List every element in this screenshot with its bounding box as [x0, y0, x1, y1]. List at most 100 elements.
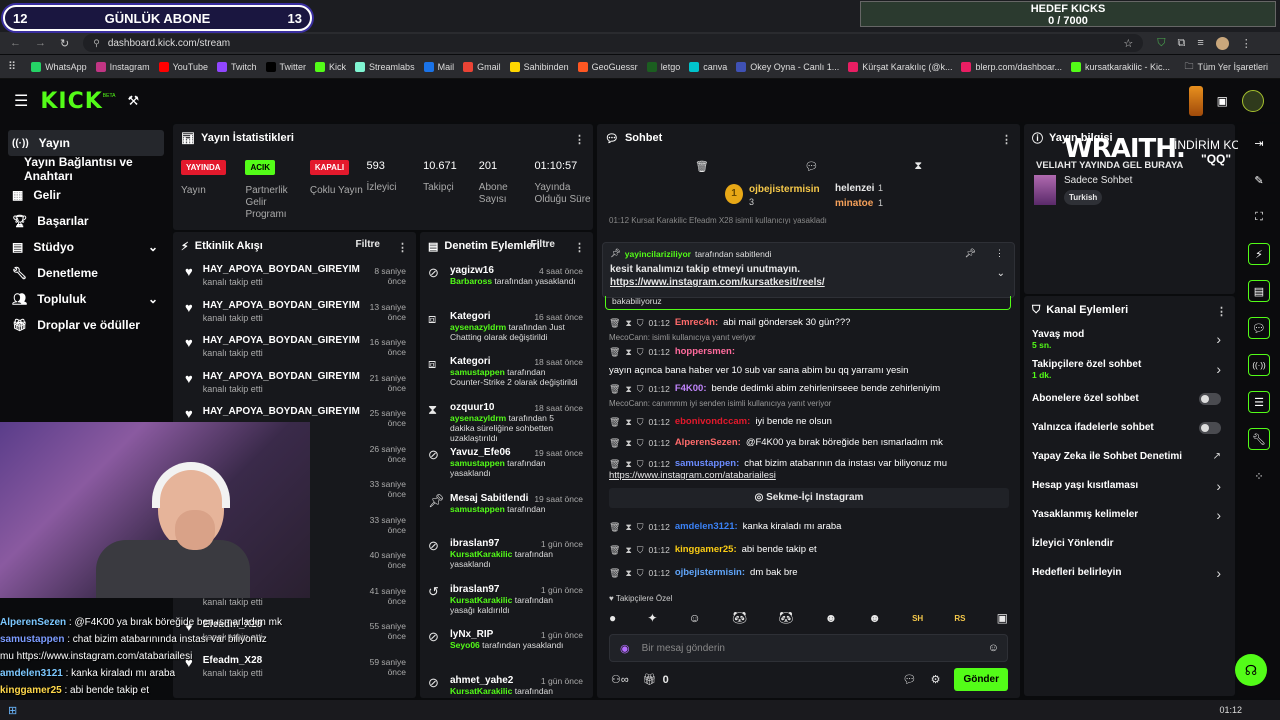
sidebar-item-stream-key[interactable]: Yayın Bağlantısı ve Anahtarı [0, 155, 172, 183]
sidebar-item-gelir[interactable]: ▦ Gelir [0, 182, 172, 208]
trash-icon[interactable]: 🗑︎ [609, 566, 620, 580]
trash-icon[interactable]: 🗑︎ [609, 382, 620, 396]
hourglass-icon[interactable]: ⧗ [914, 160, 922, 173]
chevron-down-icon[interactable]: ⌄ [148, 240, 158, 254]
mod-actor[interactable]: KursatKarakilic [450, 686, 512, 696]
hourglass-icon[interactable]: ⧗ [625, 415, 631, 429]
address-bar[interactable]: ⚲ dashboard.kick.com/stream ☆ [83, 34, 1144, 52]
mod-actor[interactable]: samustappen [450, 458, 505, 468]
users-infinity-icon[interactable]: ⚇∞ [611, 673, 629, 686]
chevron-right-icon[interactable]: › [1216, 507, 1221, 523]
mod-actor[interactable]: KursatKarakilic [450, 595, 512, 605]
hourglass-icon[interactable]: ⧗ [625, 520, 631, 534]
windows-start-icon[interactable]: ⊞ [8, 704, 17, 717]
bookmark-item[interactable]: kursatkarakilic - Kic... [1071, 61, 1170, 72]
reload-icon[interactable]: ↻ [60, 37, 69, 50]
table-row[interactable]: ⧗ ozquur10 aysenazyldrm tarafından 5 dakik… [420, 397, 593, 443]
more-icon[interactable]: ⋮ [574, 241, 585, 254]
chat-bubble-icon[interactable]: 💬︎ [1248, 317, 1270, 339]
sidebar-item-denetleme[interactable]: 🔧︎ Denetleme [0, 260, 172, 286]
bookmark-item[interactable]: WhatsApp [31, 61, 87, 72]
more-icon[interactable]: ⋮ [995, 248, 1004, 259]
sidebar-item-studyo[interactable]: ▤ Stüdyo ⌄ [0, 234, 172, 260]
list-item[interactable]: ♥ HAY_APOYA_BOYDAN_GIREYIM kanalı takip et… [173, 367, 416, 403]
bookmark-item[interactable]: Twitter [265, 61, 306, 72]
trash-icon[interactable]: 🗑︎ [609, 316, 620, 330]
chat-message[interactable]: 🗑︎ ⧗ ⛉ 01:12 hoppersmen: yayın açınca bana ha… [609, 345, 1009, 378]
category-thumbnail[interactable] [1034, 175, 1056, 205]
chevron-right-icon[interactable]: › [1216, 478, 1221, 494]
bookmark-item[interactable]: Gmail [463, 61, 501, 72]
instagram-embed-card[interactable]: ◎ Sekme-İçi Instagram [609, 488, 1009, 508]
category-name[interactable]: Sadece Sohbet [1064, 175, 1132, 186]
table-row[interactable]: 📌︎ Mesaj Sabitlendi samustappen tarafından… [420, 488, 593, 534]
chat-username[interactable]: F4K00: [675, 382, 707, 396]
extensions-icon[interactable]: ⧉ [1177, 37, 1185, 50]
mod-actor[interactable]: aysenazyldrm [450, 413, 506, 423]
table-row[interactable]: ⊘ahmet_yahe2KursatKarakilic tarafından y… [420, 670, 593, 699]
display-icon[interactable]: ▣ [1217, 94, 1228, 108]
bookmark-item[interactable]: Instagram [95, 61, 150, 72]
emote-icon[interactable]: 🐼︎ [732, 611, 747, 625]
list-item[interactable]: ♥ HAY_APOYA_BOYDAN_GIREYIM kanalı takip et… [173, 260, 416, 296]
table-row[interactable]: ⊘ ibraslan97 KursatKarakilic tarafından ya… [420, 533, 593, 579]
bookmark-item[interactable]: Okey Oyna - Canlı 1... [736, 61, 839, 72]
list-item[interactable]: ♥ HAY_APOYA_BOYDAN_GIREYIM kanalı takip et… [173, 331, 416, 367]
hourglass-icon[interactable]: ⧗ [625, 566, 631, 580]
filter-button[interactable]: Filtre [356, 239, 380, 250]
chat-message[interactable]: 🗑︎ ⧗ ⛉ 01:12 ebonivondccam: iyi bende ne olsu… [609, 411, 1009, 432]
sidebar-item-yayin[interactable]: ((·)) Yayın [8, 130, 164, 156]
menu-icon[interactable]: ≡ [1197, 37, 1203, 49]
bookmark-item[interactable]: Mail [423, 61, 454, 72]
more-icon[interactable]: ⋮ [397, 241, 408, 254]
bookmark-star-icon[interactable]: ☆ [1123, 37, 1133, 50]
chat-message[interactable]: 🗑︎ ⧗ ⛉ 01:12 ojbejistermisin: dm bak bre [609, 562, 1009, 583]
emote-icon[interactable]: ● [609, 611, 616, 625]
gift-icon[interactable]: 🎁︎ [643, 673, 657, 686]
chevron-right-icon[interactable]: › [1216, 565, 1221, 581]
emoji-icon[interactable]: ☺ [988, 642, 999, 654]
chat-username[interactable]: hoppersmen: [675, 345, 735, 359]
channel-action-row[interactable]: Hesap yaşı kısıtlaması › [1024, 471, 1235, 500]
chat-bubble-icon[interactable]: 💬︎ [903, 673, 917, 686]
chevron-down-icon[interactable]: ⌄ [148, 292, 158, 306]
gear-icon[interactable]: ⚙ [931, 673, 941, 686]
chat-message[interactable]: 🗑︎ ⧗ ⛉ 01:12 Emrec4n: abi mail göndersek 30 g… [609, 312, 1009, 333]
emote-icon[interactable]: ✦ [647, 611, 657, 625]
channel-action-row[interactable]: Yavaş mod 5 sn. › [1024, 324, 1235, 354]
list-icon[interactable]: ☰ [1248, 391, 1270, 413]
shield-icon[interactable]: ⛉ [1157, 37, 1165, 50]
bookmark-item[interactable]: Kürşat Karakılıç (@k... [848, 61, 952, 72]
chat-message[interactable]: 🗑︎ ⧗ ⛉ 01:12 AlperenSezen: @F4K00 ya bırak bö… [609, 432, 1009, 453]
pin-icon[interactable]: 📌︎ [965, 248, 976, 259]
hourglass-icon[interactable]: ⧗ [625, 316, 631, 330]
pinned-by[interactable]: yayincilariziliyor [625, 249, 691, 259]
support-button[interactable]: ☊ [1235, 654, 1267, 686]
emote-picker-icon[interactable]: ◉ [620, 642, 630, 655]
chat-username[interactable]: amdelen3121: [675, 520, 738, 534]
chat-message[interactable]: 🗑︎ ⧗ ⛉ 01:12 amdelen3121: kanka kiraladı mı a… [609, 516, 1009, 537]
chevron-right-icon[interactable]: › [1216, 331, 1221, 347]
emote-icon[interactable]: ☺ [689, 611, 701, 625]
hourglass-icon[interactable]: ⧗ [625, 543, 631, 557]
event-user[interactable]: HAY_APOYA_BOYDAN_GIREYIM [203, 264, 360, 275]
gifter-2-name[interactable]: helenzei [835, 183, 874, 194]
hourglass-icon[interactable]: ⧗ [625, 382, 631, 396]
forward-icon[interactable]: → [35, 37, 46, 49]
chat-message[interactable]: 🗑︎ ⧗ ⛉ 01:12 kinggamer25: abi bende takip et [609, 539, 1009, 560]
bookmark-item[interactable]: letgo [646, 61, 680, 72]
event-user[interactable]: HAY_APOYA_BOYDAN_GIREYIM [203, 406, 360, 417]
toggle-switch[interactable] [1199, 392, 1221, 405]
trash-icon[interactable]: 🗑︎ [609, 543, 620, 557]
channel-action-row[interactable]: Abonelere özel sohbet [1024, 384, 1235, 413]
more-icon[interactable]: ⋮ [574, 133, 585, 146]
settings-dots-icon[interactable]: ⁘ [1248, 465, 1270, 487]
clipboard-icon[interactable]: ▤ [1248, 280, 1270, 302]
bookmark-item[interactable]: YouTube [158, 61, 208, 72]
top-gifter-name[interactable]: ojbejistermisin [749, 184, 820, 195]
back-icon[interactable]: ← [10, 37, 21, 49]
emote-icon[interactable]: 🐼︎ [778, 611, 793, 625]
trash-icon[interactable]: 🗑︎ [609, 436, 620, 450]
all-bookmarks[interactable]: 🗀 Tüm Yer İşaretleri [1184, 59, 1268, 75]
hourglass-icon[interactable]: ⧗ [625, 457, 631, 471]
